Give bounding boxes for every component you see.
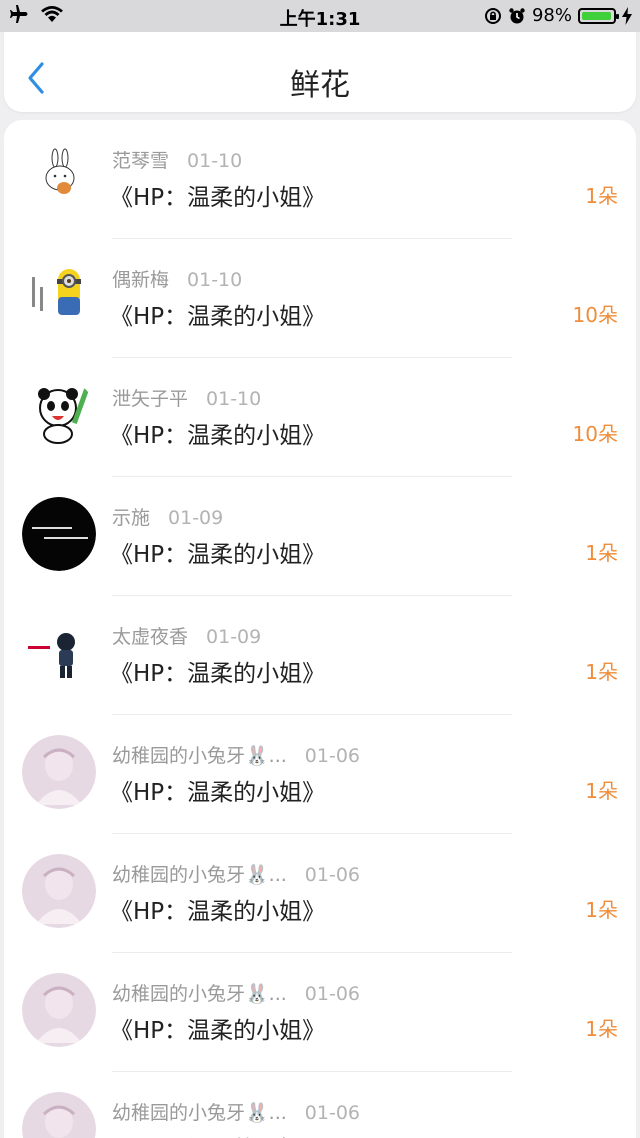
book-title: 《HP：温柔的小姐》 [110, 780, 326, 806]
avatar [22, 854, 96, 928]
status-bar: 上午1:31 98% [0, 0, 640, 32]
flower-count: 10朵 [572, 422, 618, 446]
battery-fill [582, 11, 611, 20]
user-name: 幼稚园的小兔牙🐰... [112, 1102, 287, 1124]
list-item[interactable]: 太虚夜香 01-09 《HP：温柔的小姐》 1朵 [4, 596, 636, 715]
battery-icon [578, 7, 619, 24]
book-title: 《HP：温柔的小姐》 [110, 1018, 326, 1044]
avatar [22, 616, 96, 690]
girl-avatar-icon [22, 854, 96, 928]
minion-avatar-icon [22, 259, 96, 333]
date: 01-06 [304, 745, 360, 767]
book-title: 《HP：温柔的小姐》 [110, 423, 326, 449]
date: 01-10 [206, 388, 262, 410]
user-name: 示施 [112, 507, 151, 529]
book-title: 《HP：温柔的小姐》 [110, 304, 326, 330]
book-title: 《HP：温柔的小姐》 [110, 185, 326, 211]
list-item[interactable]: 范琴雪 01-10 《HP：温柔的小姐》 1朵 [4, 120, 636, 239]
navigation-bar: 鲜花 [4, 32, 636, 112]
user-name: 范琴雪 [112, 150, 170, 172]
avatar [22, 378, 96, 452]
user-name: 幼稚园的小兔牙🐰... [112, 983, 287, 1005]
avatar [22, 1092, 96, 1138]
flower-count: 10朵 [572, 303, 618, 327]
rabbit-avatar-icon [22, 140, 96, 214]
status-right: 98% [484, 5, 632, 26]
book-title: 《HP：温柔的小姐》 [110, 542, 326, 568]
avatar [22, 497, 96, 571]
list-item[interactable]: 幼稚园的小兔牙🐰... 01-06 《HP：温柔的小姐》 1朵 [4, 1072, 636, 1138]
black-text-avatar-icon [22, 497, 96, 571]
list-item[interactable]: 幼稚园的小兔牙🐰... 01-06 《HP：温柔的小姐》 1朵 [4, 715, 636, 834]
date: 01-06 [304, 1102, 360, 1124]
user-name: 幼稚园的小兔牙🐰... [112, 864, 287, 886]
battery-percent: 98% [531, 5, 572, 26]
charging-icon [622, 6, 632, 25]
date: 01-06 [304, 864, 360, 886]
avatar [22, 259, 96, 333]
list-item[interactable]: 泄矢子平 01-10 《HP：温柔的小姐》 10朵 [4, 358, 636, 477]
boy-avatar-icon [22, 616, 96, 690]
girl-avatar-icon [22, 973, 96, 1047]
date: 01-10 [187, 269, 243, 291]
date: 01-06 [304, 983, 360, 1005]
user-name: 泄矢子平 [112, 388, 189, 410]
flower-count: 1朵 [585, 779, 618, 803]
list-item[interactable]: 示施 01-09 《HP：温柔的小姐》 1朵 [4, 477, 636, 596]
girl-avatar-icon [22, 735, 96, 809]
date: 01-10 [187, 150, 243, 172]
book-title: 《HP：温柔的小姐》 [110, 1130, 325, 1138]
list-item[interactable]: 幼稚园的小兔牙🐰... 01-06 《HP：温柔的小姐》 1朵 [4, 953, 636, 1072]
page-title: 鲜花 [290, 68, 350, 103]
user-name: 偶新梅 [112, 269, 170, 291]
avatar [22, 735, 96, 809]
user-name: 幼稚园的小兔牙🐰... [112, 745, 287, 767]
list-item[interactable]: 幼稚园的小兔牙🐰... 01-06 《HP：温柔的小姐》 1朵 [4, 834, 636, 953]
book-title: 《HP：温柔的小姐》 [110, 899, 326, 925]
flower-count: 1朵 [585, 1132, 618, 1138]
flower-count: 1朵 [585, 660, 618, 684]
flower-count: 1朵 [585, 1017, 618, 1041]
girl-avatar-icon [22, 1092, 96, 1138]
date: 01-09 [206, 626, 262, 648]
list-item[interactable]: 偶新梅 01-10 《HP：温柔的小姐》 10朵 [4, 239, 636, 358]
panda-avatar-icon [22, 378, 96, 452]
alarm-icon [509, 7, 525, 23]
user-name: 太虚夜香 [112, 626, 189, 648]
avatar [22, 140, 96, 214]
book-title: 《HP：温柔的小姐》 [110, 661, 326, 687]
flower-list: 范琴雪 01-10 《HP：温柔的小姐》 1朵 偶新梅 01-10 《HP：温柔的小… [4, 120, 636, 1138]
avatar [22, 973, 96, 1047]
rotation-lock-icon [484, 7, 501, 24]
flower-count: 1朵 [585, 898, 618, 922]
flower-count: 1朵 [585, 541, 618, 565]
date: 01-09 [168, 507, 224, 529]
flower-count: 1朵 [585, 184, 618, 208]
